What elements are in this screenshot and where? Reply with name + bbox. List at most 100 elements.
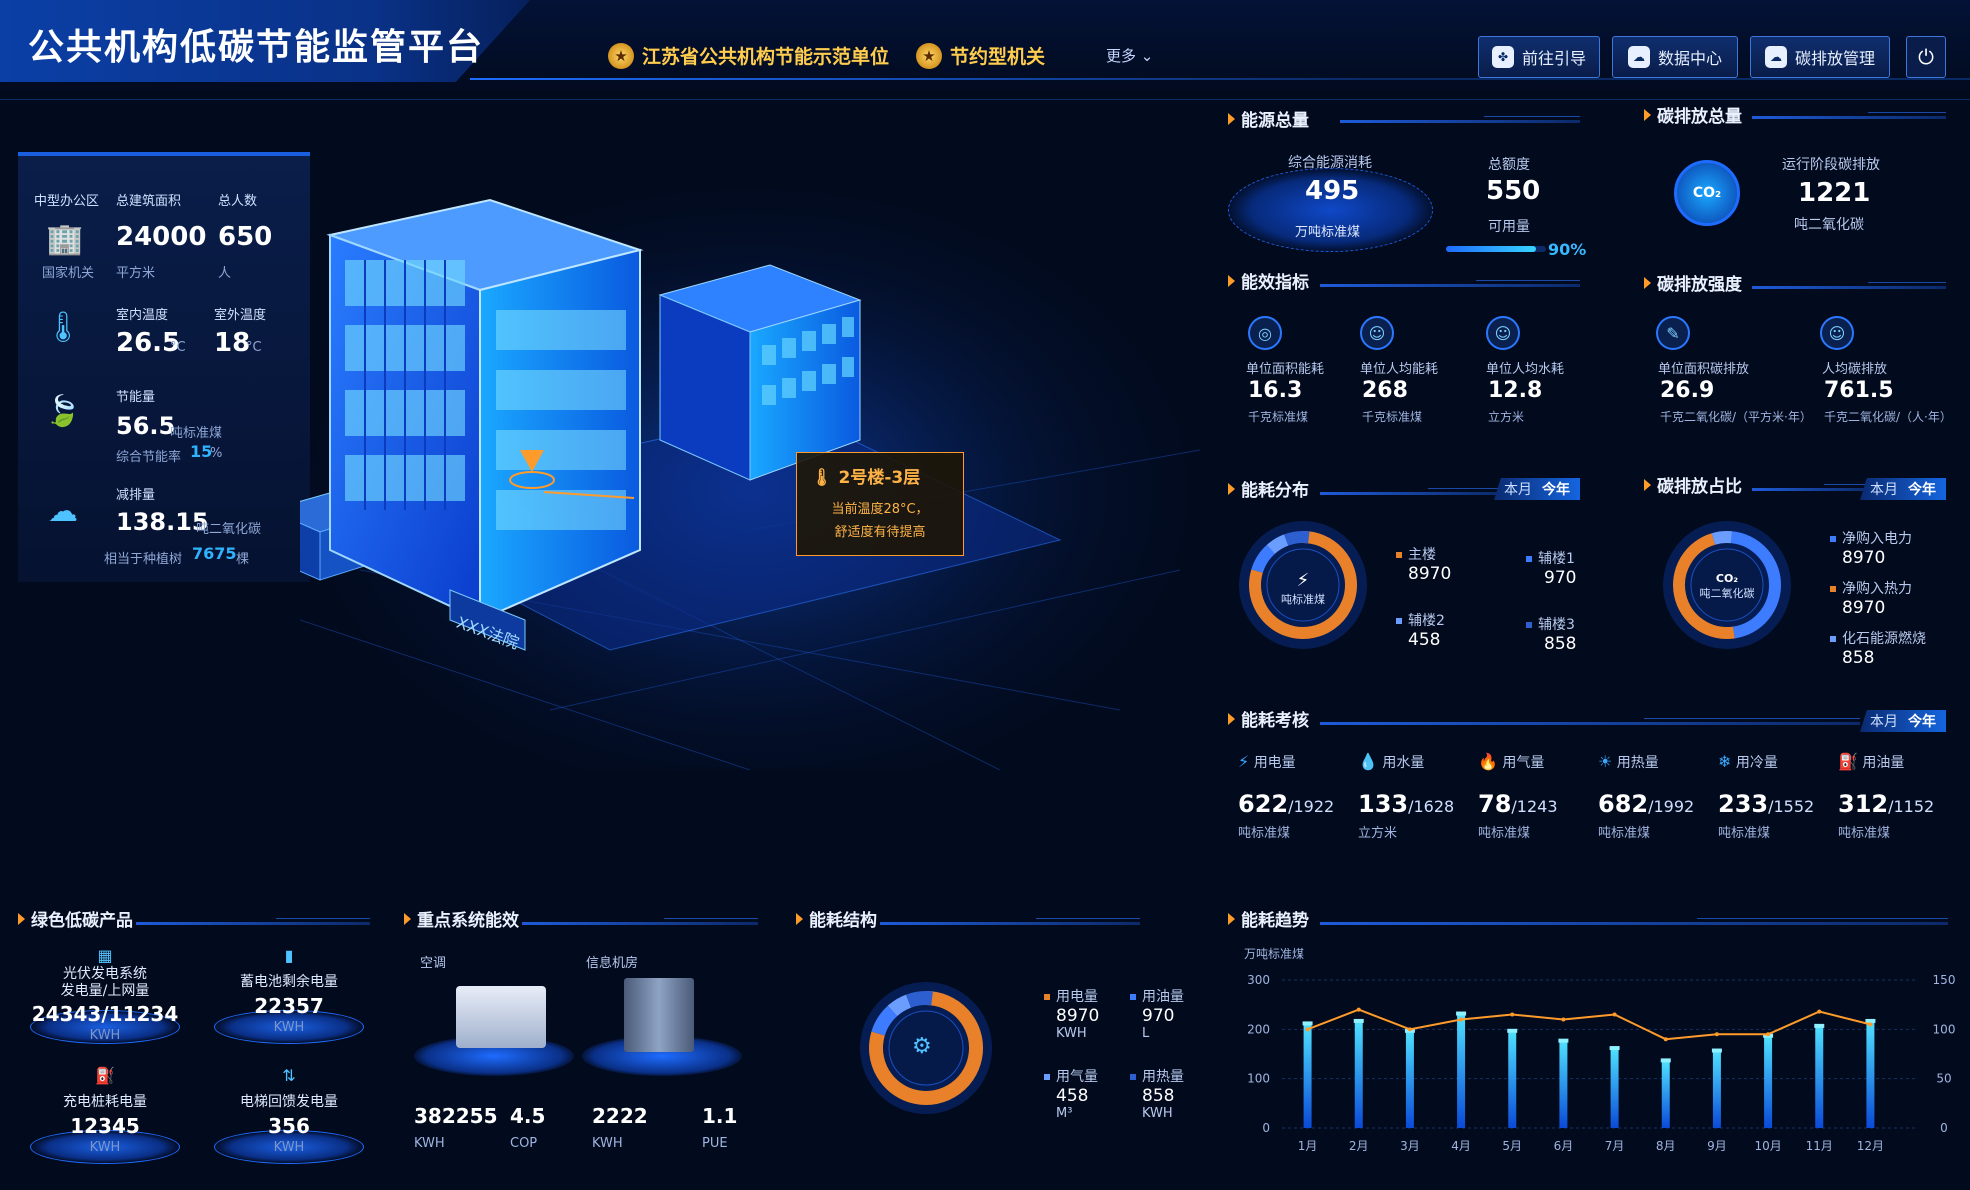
legend-item: 辅楼1 970 xyxy=(1526,548,1576,588)
section-underline xyxy=(136,918,370,925)
solar-product-card[interactable]: ▦ 光伏发电系统 发电量/上网量 24343/11234 KWH xyxy=(30,944,180,1044)
legend-item: 用气量 458 M³ xyxy=(1044,1066,1098,1121)
bar xyxy=(1405,1031,1414,1128)
assessment-period-toggle[interactable]: 本月 今年 xyxy=(1860,710,1946,732)
assessment-unit: 立方米 xyxy=(1358,826,1398,841)
available-label: 可用量 xyxy=(1488,219,1530,235)
product-label: 充电桩耗电量 xyxy=(63,1094,147,1110)
trend-point xyxy=(1356,1007,1361,1012)
assessment-value: 133/1628 xyxy=(1358,790,1474,818)
thermometer-icon: 🌡 xyxy=(43,309,83,345)
efficiency-label: 单位人均能耗 xyxy=(1360,362,1439,377)
legend-name: 用气量 xyxy=(1056,1069,1098,1085)
charger-product-card[interactable]: ⛽ 充电桩耗电量 12345 KWH xyxy=(30,1064,180,1164)
toggle-year[interactable]: 今年 xyxy=(1908,479,1936,499)
temp-unit: °C xyxy=(170,340,186,355)
badge-demo-unit: ★ 江苏省公共机构节能示范单位 xyxy=(608,42,889,69)
system-unit: PUE xyxy=(702,1136,728,1151)
more-button[interactable]: 更多 ⌄ xyxy=(1106,45,1153,66)
carbon-total-label: 运行阶段碳排放 xyxy=(1782,157,1880,173)
elevator-product-card[interactable]: ⇅ 电梯回馈发电量 356 KWH xyxy=(214,1064,364,1164)
legend-dot xyxy=(1044,1074,1050,1080)
legend-name: 用电量 xyxy=(1056,989,1098,1005)
trend-point xyxy=(1459,1017,1464,1022)
toggle-month[interactable]: 本月 xyxy=(1870,711,1898,731)
building-icon: 🏢 xyxy=(46,221,84,257)
cloud-icon: ☁ xyxy=(1627,46,1650,68)
star-icon: ★ xyxy=(608,42,634,69)
legend-unit: KWH xyxy=(1142,1106,1173,1121)
fuel-icon: ⛽ xyxy=(1838,752,1858,771)
legend-name: 化石能源燃烧 xyxy=(1842,631,1926,647)
toggle-year[interactable]: 今年 xyxy=(1908,711,1936,731)
y2-tick-label: 50 xyxy=(1936,1072,1951,1086)
efficiency-title-text: 能效指标 xyxy=(1241,273,1309,293)
carbon-management-button[interactable]: ☁ 碳排放管理 xyxy=(1750,36,1890,78)
legend-name: 主楼 xyxy=(1408,547,1436,563)
person-energy-icon: ☺ xyxy=(1360,316,1394,350)
bar xyxy=(1815,1026,1824,1128)
lightning-icon: ⚡ xyxy=(1296,570,1310,591)
section-underline xyxy=(1320,718,1860,725)
badge-saving-agency: ★ 节约型机关 xyxy=(916,42,1045,69)
saving-rate-value: 15 xyxy=(190,442,213,461)
legend-dot xyxy=(1830,536,1836,542)
guide-button[interactable]: ✤ 前往引导 xyxy=(1478,36,1600,78)
assessment-label-text: 用水量 xyxy=(1382,755,1425,771)
assessment-used: 312 xyxy=(1838,790,1889,818)
bar xyxy=(1457,1014,1466,1128)
people-label: 总人数 xyxy=(218,194,258,209)
legend-name: 净购入热力 xyxy=(1842,581,1912,597)
legend-name: 用热量 xyxy=(1142,1069,1184,1085)
toggle-month[interactable]: 本月 xyxy=(1504,479,1532,499)
efficiency-title: 能效指标 xyxy=(1228,268,1309,293)
power-icon[interactable]: ⏻ xyxy=(1906,36,1946,78)
assessment-item: ☀ 用热量 682/1992 吨标准煤 xyxy=(1598,752,1714,841)
building-3d-illustration[interactable]: XXX法院 xyxy=(300,150,1200,770)
x-tick-label: 8月 xyxy=(1656,1139,1676,1153)
product-label-2: 发电量/上网量 xyxy=(60,983,150,999)
toggle-year[interactable]: 今年 xyxy=(1542,479,1570,499)
person-water-icon: ☺ xyxy=(1486,316,1520,350)
distribution-title-text: 能耗分布 xyxy=(1241,481,1309,501)
tree-value: 7675 xyxy=(192,544,237,563)
y-tick-label: 300 xyxy=(1247,973,1270,987)
carbon-period-toggle[interactable]: 本月 今年 xyxy=(1860,478,1946,500)
bar xyxy=(1508,1031,1517,1128)
distribution-period-toggle[interactable]: 本月 今年 xyxy=(1494,478,1580,500)
assessment-item: ⛽ 用油量 312/1152 吨标准煤 xyxy=(1838,752,1954,841)
bar xyxy=(1866,1021,1875,1128)
distribution-center: ⚡ 吨标准煤 xyxy=(1260,570,1346,607)
product-unit: KWH xyxy=(89,1028,121,1043)
legend-value: 458 xyxy=(1056,1086,1089,1106)
battery-icon: ▮ xyxy=(284,946,294,965)
assessment-label: 💧 用水量 xyxy=(1358,752,1474,772)
x-tick-label: 9月 xyxy=(1707,1139,1727,1153)
toggle-month[interactable]: 本月 xyxy=(1870,479,1898,499)
header: 公共机构低碳节能监管平台 ★ 江苏省公共机构节能示范单位 ★ 节约型机关 更多 … xyxy=(0,0,1970,100)
bar xyxy=(1559,1041,1568,1128)
server-rack-icon[interactable] xyxy=(624,978,694,1052)
x-tick-label: 1月 xyxy=(1298,1139,1318,1153)
efficiency-unit: 千克标准煤 xyxy=(1248,410,1309,424)
tree-unit: 棵 xyxy=(236,552,250,567)
consumption-value: 495 xyxy=(1305,176,1360,206)
intensity-value: 761.5 xyxy=(1824,378,1894,403)
y-axis-label: 万吨标准煤 xyxy=(1244,947,1304,961)
legend-unit: M³ xyxy=(1056,1106,1073,1121)
battery-product-card[interactable]: ▮ 蓄电池剩余电量 22357 KWH xyxy=(214,944,364,1044)
assessment-unit: 吨标准煤 xyxy=(1838,826,1891,841)
assessment-unit: 吨标准煤 xyxy=(1718,826,1771,841)
legend-dot xyxy=(1396,618,1402,624)
ring-segment xyxy=(1284,531,1310,546)
air-conditioner-icon[interactable] xyxy=(456,986,546,1048)
legend-value: 8970 xyxy=(1408,564,1452,584)
legend-value: 970 xyxy=(1142,1006,1175,1026)
assessment-used: 233 xyxy=(1718,790,1769,818)
reduction-unit: 吨二氧化碳 xyxy=(196,522,262,537)
data-center-button[interactable]: ☁ 数据中心 xyxy=(1612,36,1738,78)
floor-popup[interactable]: 🌡 2号楼-3层 当前温度28°C， 舒适度有待提高 xyxy=(796,452,964,556)
available-percent: 90% xyxy=(1548,240,1587,259)
legend-name: 辅楼2 xyxy=(1408,613,1445,629)
legend-item: 净购入电力 8970 xyxy=(1830,528,1912,568)
